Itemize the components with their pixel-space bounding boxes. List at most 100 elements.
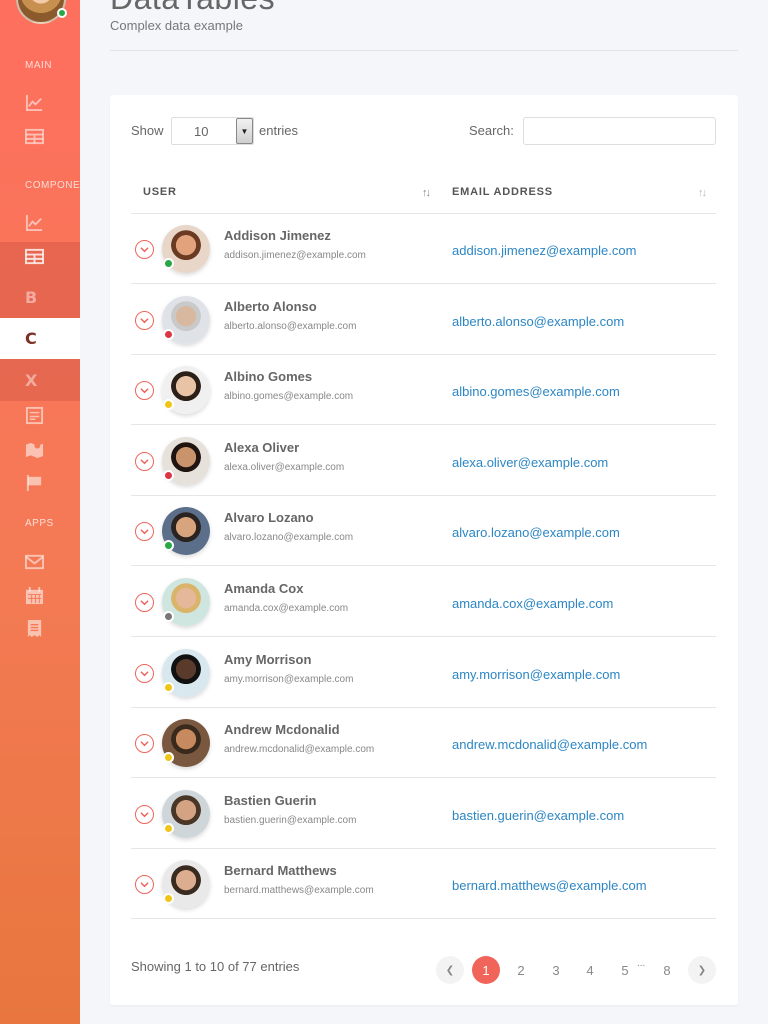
sidebar: MAIN COMPONENTS B C X APPS <box>0 0 80 1024</box>
column-header-user[interactable]: USER <box>143 186 177 198</box>
email-link[interactable]: addison.jimenez@example.com <box>452 243 636 258</box>
user-name[interactable]: Andrew Mcdonalid <box>224 722 340 737</box>
email-link[interactable]: alexa.oliver@example.com <box>452 455 608 470</box>
entries-label: entries <box>259 123 299 138</box>
user-email-subtitle: albino.gomes@example.com <box>224 391 354 403</box>
user-name[interactable]: Alexa Oliver <box>224 440 299 455</box>
sidebar-item-tables[interactable] <box>0 122 80 156</box>
sidebar-item-charts[interactable] <box>0 208 80 242</box>
user-name[interactable]: Alvaro Lozano <box>224 510 314 525</box>
email-link[interactable]: alberto.alonso@example.com <box>452 314 624 329</box>
column-header-email[interactable]: EMAIL ADDRESS <box>452 186 553 198</box>
user-name[interactable]: Albino Gomes <box>224 369 312 384</box>
table-row[interactable]: Amy Morrison amy.morrison@example.com amy.… <box>131 638 716 708</box>
user-name[interactable]: Amy Morrison <box>224 652 311 667</box>
email-link[interactable]: bernard.matthews@example.com <box>452 878 647 893</box>
expand-row-icon[interactable] <box>135 734 154 754</box>
expand-row-icon[interactable] <box>135 804 154 824</box>
sidebar-item-invoice[interactable] <box>0 614 80 648</box>
expand-row-icon[interactable] <box>135 593 154 612</box>
email-link[interactable]: andrew.mcdonalid@example.com <box>452 737 647 752</box>
sidebar-item-extensions[interactable]: X <box>0 359 80 401</box>
status-dot <box>163 469 174 481</box>
calendar-icon <box>25 586 44 610</box>
table-row[interactable]: Alvaro Lozano alvaro.lozano@example.com al… <box>131 496 716 567</box>
table-row[interactable]: Bernard Matthews bernard.matthews@example… <box>131 849 716 920</box>
pagination-previous-button[interactable]: ❮ <box>436 956 464 984</box>
table-info: Showing 1 to 10 of 77 entries <box>131 959 300 974</box>
status-dot <box>163 611 174 622</box>
table-row[interactable]: Amanda Cox amanda.cox@example.com amanda.c… <box>131 567 716 637</box>
chevron-down-icon[interactable]: ▼ <box>236 118 253 144</box>
email-link[interactable]: amy.morrison@example.com <box>452 667 620 682</box>
table-icon <box>25 127 44 151</box>
expand-row-icon[interactable] <box>135 875 154 895</box>
sidebar-item-complex[interactable]: C <box>0 318 80 359</box>
email-link[interactable]: albino.gomes@example.com <box>452 384 620 399</box>
pagination-page-1[interactable]: 1 <box>472 956 500 984</box>
online-status-dot <box>57 8 67 18</box>
pagination-page-8[interactable]: 8 <box>653 956 681 984</box>
expand-row-icon[interactable] <box>135 522 154 542</box>
pagination-page-3[interactable]: 3 <box>542 956 570 984</box>
letter-c-icon: C <box>25 329 37 348</box>
user-name[interactable]: Addison Jimenez <box>224 228 331 243</box>
sidebar-item-maps[interactable] <box>0 435 80 469</box>
show-label: Show <box>131 123 164 138</box>
status-dot <box>163 328 174 340</box>
expand-row-icon[interactable] <box>135 663 154 683</box>
user-email-subtitle: alvaro.lozano@example.com <box>224 532 354 544</box>
page-length-select[interactable]: 10 ▼ <box>171 117 254 145</box>
email-link[interactable]: amanda.cox@example.com <box>452 596 613 611</box>
sidebar-item-calendar[interactable] <box>0 581 80 615</box>
sidebar-item-dashboard[interactable] <box>0 88 80 122</box>
status-dot <box>163 681 174 693</box>
current-user-avatar[interactable] <box>16 0 67 24</box>
email-link[interactable]: alvaro.lozano@example.com <box>452 525 620 540</box>
expand-row-icon[interactable] <box>135 240 154 259</box>
user-email-subtitle: alexa.oliver@example.com <box>224 461 345 473</box>
user-name[interactable]: Alberto Alonso <box>224 299 317 314</box>
expand-row-icon[interactable] <box>135 381 154 401</box>
status-dot <box>163 822 174 834</box>
table-row[interactable]: Andrew Mcdonalid andrew.mcdonalid@example… <box>131 708 716 779</box>
sort-both-icon[interactable]: ↑↓ <box>698 187 707 199</box>
user-name[interactable]: Amanda Cox <box>224 581 303 596</box>
sidebar-item-mail[interactable] <box>0 547 80 581</box>
sidebar-item-pages[interactable] <box>0 468 80 502</box>
email-link[interactable]: bastien.guerin@example.com <box>452 808 624 823</box>
table-row[interactable]: Alberto Alonso alberto.alonso@example.com… <box>131 285 716 355</box>
table-row[interactable]: Bastien Guerin bastien.guerin@example.com… <box>131 779 716 849</box>
table-row[interactable]: Alexa Oliver alexa.oliver@example.com alex… <box>131 426 716 496</box>
pagination-page-2[interactable]: 2 <box>507 956 535 984</box>
user-email-subtitle: bastien.guerin@example.com <box>224 814 357 826</box>
pagination-next-button[interactable]: ❯ <box>688 956 716 984</box>
header-divider <box>110 50 738 51</box>
page-subtitle: Complex data example <box>110 18 243 33</box>
line-chart-icon <box>25 93 44 117</box>
table-icon <box>25 247 44 271</box>
letter-x-icon: X <box>25 370 38 390</box>
pagination: ❮ 1 2 3 4 5 ... 8 ❯ <box>436 956 716 984</box>
map-icon <box>25 440 44 464</box>
table-row[interactable]: Albino Gomes albino.gomes@example.com albi… <box>131 355 716 426</box>
search-input[interactable] <box>523 117 716 145</box>
search-label: Search: <box>469 123 514 138</box>
user-email-subtitle: amanda.cox@example.com <box>224 603 349 614</box>
user-name[interactable]: Bastien Guerin <box>224 793 316 808</box>
sort-ascending-icon[interactable]: ↑↓ <box>422 187 431 199</box>
page-length-value: 10 <box>194 124 209 139</box>
pagination-page-4[interactable]: 4 <box>576 956 604 984</box>
pagination-ellipsis: ... <box>637 958 646 969</box>
sidebar-item-basic[interactable]: B <box>0 276 80 318</box>
expand-row-icon[interactable] <box>135 451 154 471</box>
user-email-subtitle: bernard.matthews@example.com <box>224 885 374 897</box>
user-email-subtitle: alberto.alonso@example.com <box>224 320 357 332</box>
status-dot <box>163 258 174 269</box>
table-row[interactable]: Addison Jimenez addison.jimenez@example.c… <box>131 214 716 284</box>
expand-row-icon[interactable] <box>135 310 154 330</box>
pagination-page-5[interactable]: 5 <box>611 956 639 984</box>
sidebar-item-datatables[interactable] <box>0 242 80 276</box>
sidebar-item-forms[interactable] <box>0 401 80 435</box>
user-name[interactable]: Bernard Matthews <box>224 863 337 878</box>
